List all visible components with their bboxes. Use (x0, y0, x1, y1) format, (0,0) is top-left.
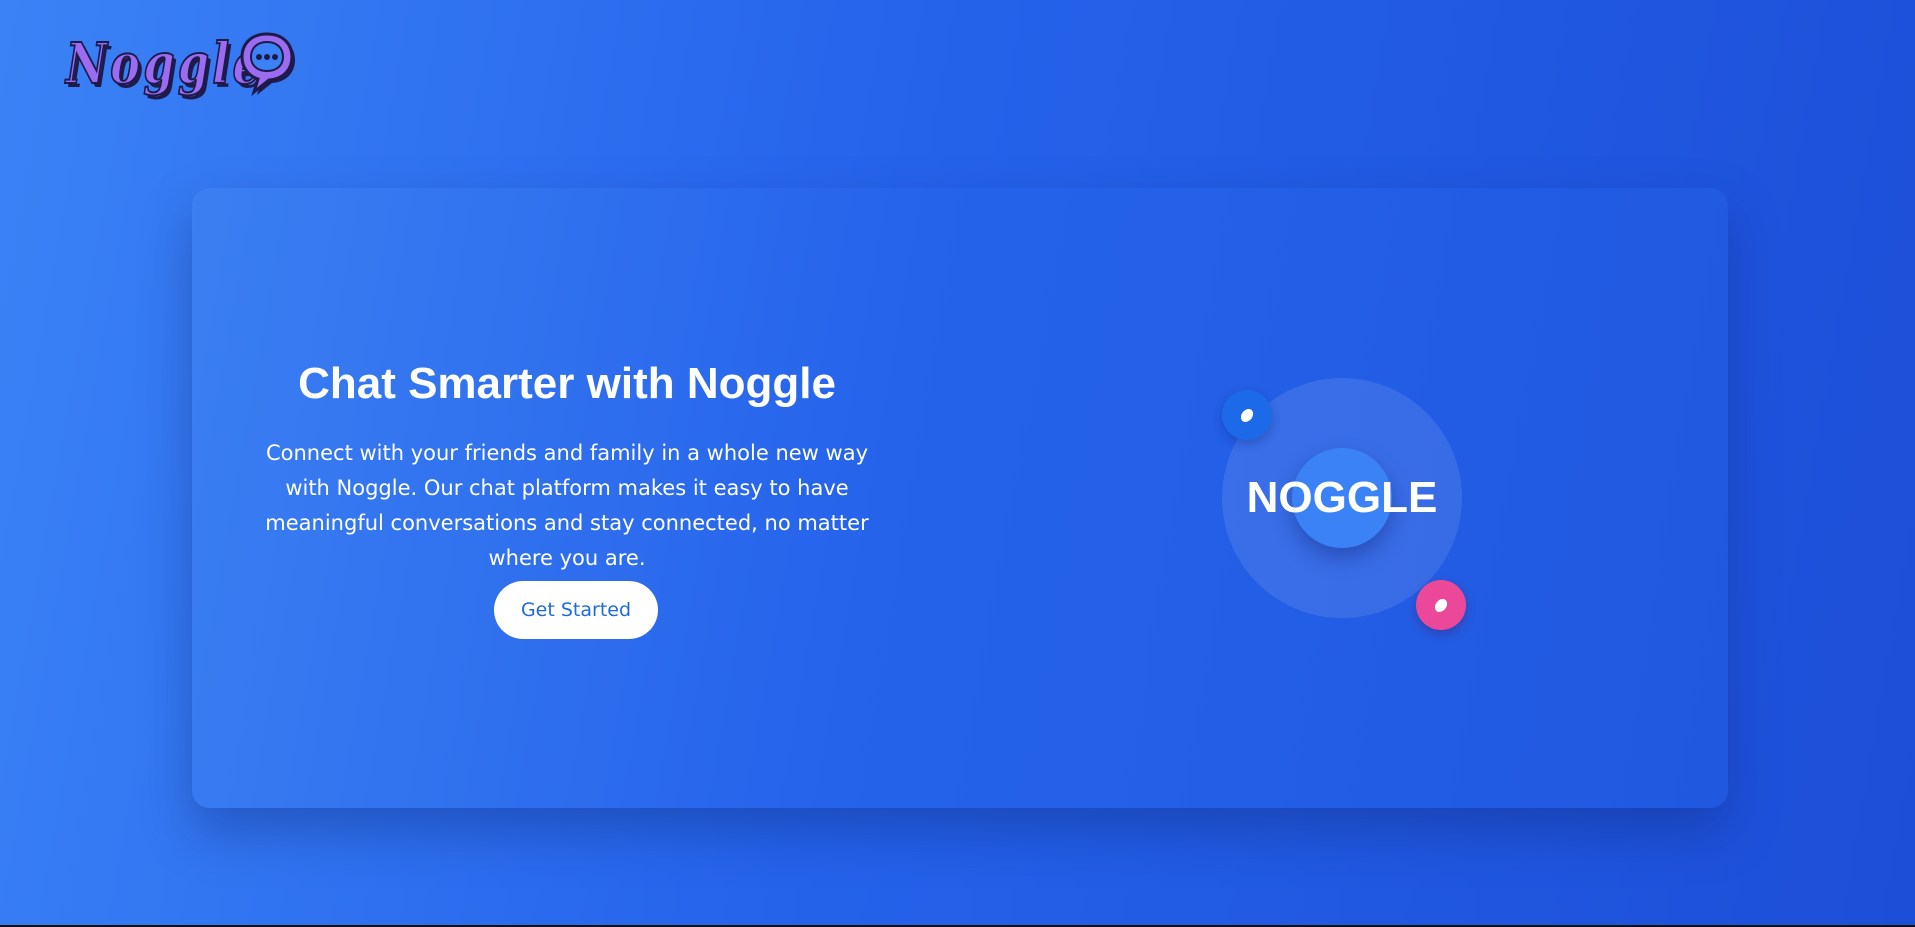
hero-description: Connect with your friends and family in … (265, 441, 869, 570)
noggle-emblem: NOGGLE (1222, 378, 1472, 630)
orbit-chat-icon-pink (1416, 580, 1466, 630)
emblem-brand-word: NOGGLE (1246, 473, 1438, 522)
chat-bubble-icon (238, 28, 296, 98)
hero-headline: Chat Smarter with Noggle (298, 359, 836, 408)
get-started-button[interactable]: Get Started (494, 581, 658, 639)
logo[interactable]: Noggle (65, 24, 314, 104)
logo-text: Noggle (65, 31, 265, 97)
chat-bubble-icon (1238, 406, 1256, 424)
orbit-chat-icon-blue (1222, 390, 1272, 440)
chat-bubble-icon (1432, 596, 1450, 614)
hero-card: Chat Smarter with Noggle Connect with yo… (192, 188, 1728, 808)
